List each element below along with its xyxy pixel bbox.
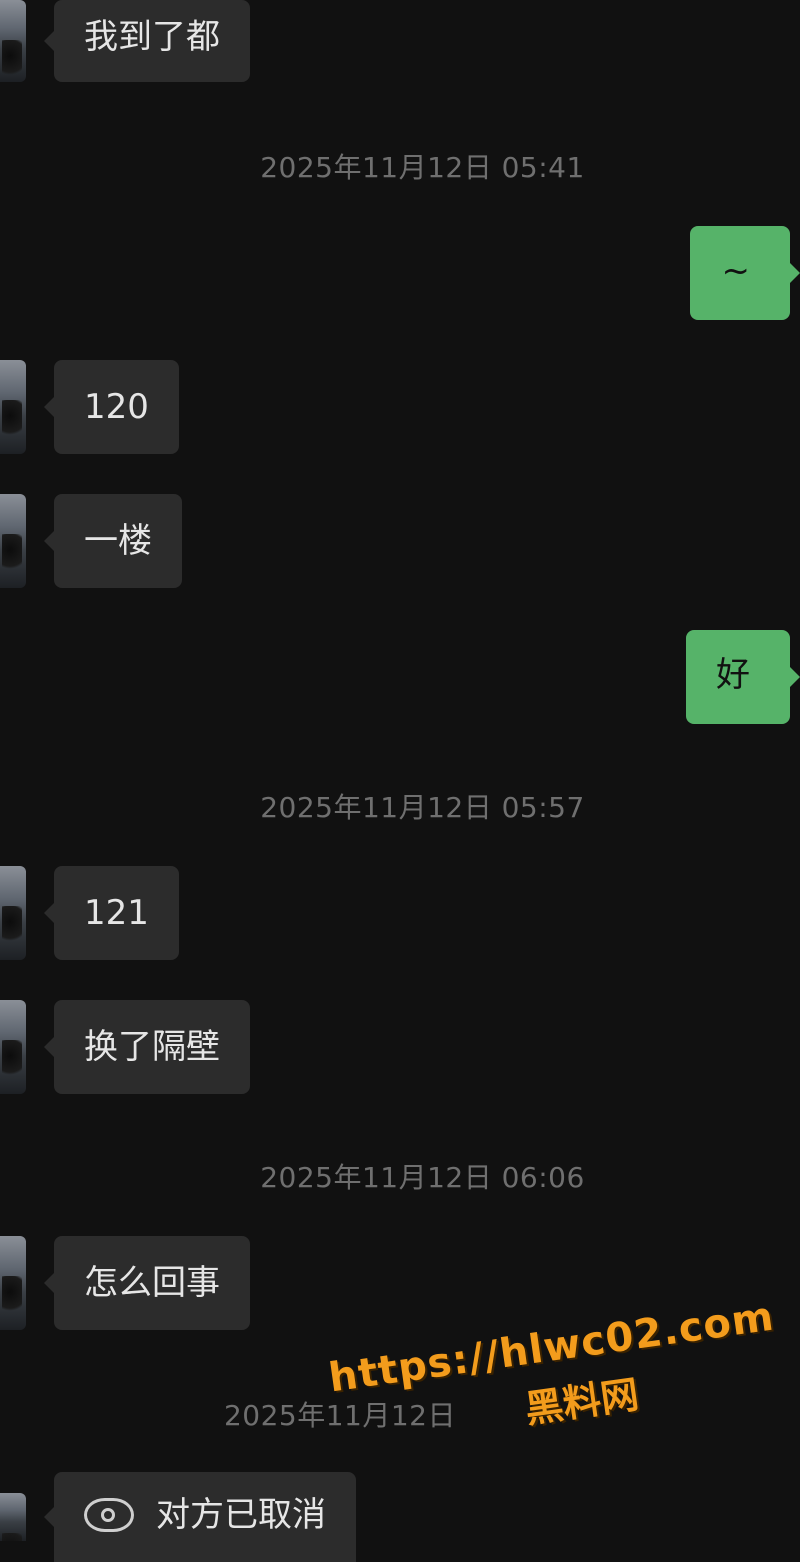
message-outgoing[interactable]: 好 (686, 630, 800, 724)
message-text: 我到了都 (84, 17, 220, 57)
timestamp: 2025年11月12日 06:06 (0, 1156, 800, 1196)
message-text: 怎么回事 (84, 1263, 220, 1303)
message-bubble[interactable]: 换了隔壁 (54, 1000, 250, 1094)
contact-avatar[interactable] (0, 1000, 26, 1094)
message-incoming[interactable]: 对方已取消 (0, 1472, 356, 1562)
message-incoming[interactable]: 121 (0, 866, 179, 960)
contact-avatar[interactable] (0, 866, 26, 960)
message-incoming[interactable]: 我到了都 (0, 0, 250, 82)
message-bubble[interactable]: 怎么回事 (54, 1236, 250, 1330)
message-incoming[interactable]: 怎么回事 (0, 1236, 250, 1330)
contact-avatar[interactable] (0, 1236, 26, 1330)
message-bubble[interactable]: 我到了都 (54, 0, 250, 82)
chat-area[interactable]: 我到了都 2025年11月12日 05:41 ~ 120 一楼 好 2025年1… (0, 0, 800, 1520)
message-text: 121 (84, 893, 149, 933)
message-text: 好 (716, 655, 750, 695)
contact-avatar[interactable] (0, 0, 26, 82)
call-canceled-bubble[interactable]: 对方已取消 (54, 1472, 356, 1562)
message-bubble[interactable]: 好 (686, 630, 790, 724)
message-text: 对方已取消 (156, 1498, 326, 1532)
message-bubble[interactable]: 120 (54, 360, 179, 454)
contact-avatar[interactable] (0, 1493, 26, 1541)
message-incoming[interactable]: 一楼 (0, 494, 182, 588)
message-bubble[interactable]: 121 (54, 866, 179, 960)
phone-cancel-icon (84, 1498, 134, 1532)
message-text: 120 (84, 387, 149, 427)
message-incoming[interactable]: 换了隔壁 (0, 1000, 250, 1094)
message-bubble[interactable]: 一楼 (54, 494, 182, 588)
message-text: 一楼 (84, 521, 152, 561)
message-text: 换了隔壁 (84, 1027, 220, 1067)
message-text: ~ (722, 251, 751, 291)
timestamp: 2025年11月12日 05:41 (0, 146, 800, 186)
message-incoming[interactable]: 120 (0, 360, 179, 454)
message-bubble[interactable]: ~ (690, 226, 791, 320)
message-outgoing[interactable]: ~ (690, 226, 800, 320)
timestamp: 2025年11月12日 05:57 (0, 786, 800, 826)
contact-avatar[interactable] (0, 494, 26, 588)
contact-avatar[interactable] (0, 360, 26, 454)
